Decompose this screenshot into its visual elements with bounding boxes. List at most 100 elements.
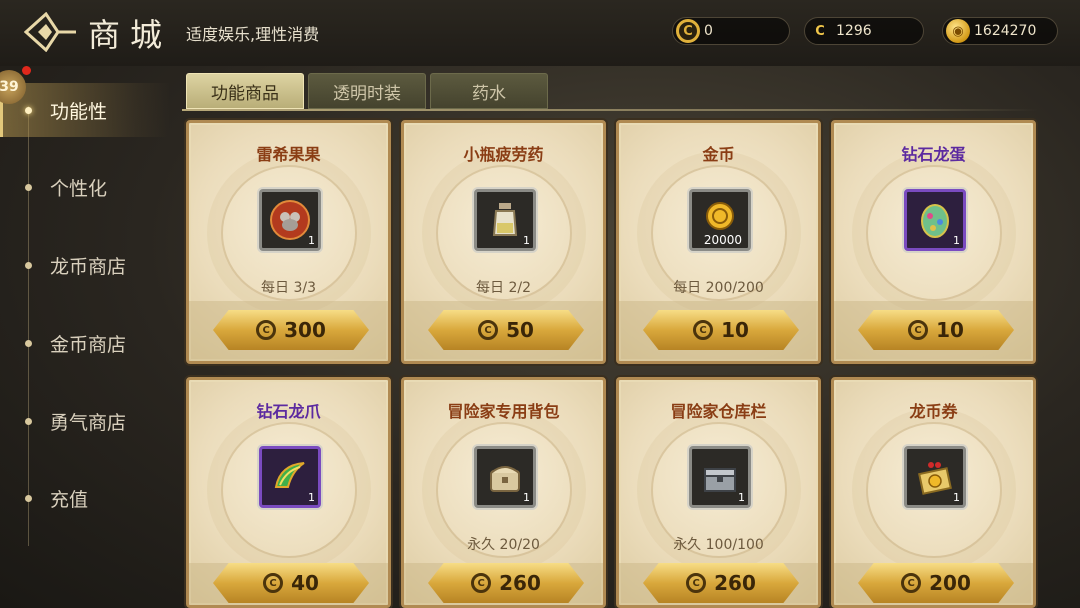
product-card[interactable]: 龙币券 1 C 200 [831,377,1036,608]
product-name: 钻石龙蛋 [901,145,966,164]
item-qty: 1 [523,491,530,504]
buy-button[interactable]: C 50 [428,310,584,350]
product-card[interactable]: 金币 20000 每日 200/200 C 10 [616,120,821,364]
bullet-icon [25,417,32,425]
product-name: 金币 [702,145,735,164]
sidebar-item-dragon-coin-shop[interactable]: 龙币商店 [0,238,170,292]
dragon-coin-c-icon: C [908,320,929,340]
item-slot: 1 [259,446,321,508]
price: 200 [929,571,971,595]
dragon-coin-ticket-icon [918,462,952,495]
product-name: 冒险家仓库栏 [670,402,767,421]
sidebar-item-label: 个性化 [50,177,108,200]
purchase-limit: 每日 200/200 [673,280,764,296]
gold-ring-c-icon: C [676,19,700,43]
currency-gold-value: 1624270 [974,23,1037,39]
item-qty: 1 [953,234,960,247]
item-slot: 1 [259,189,321,251]
buy-button[interactable]: C 10 [643,310,799,350]
product-name: 龙币券 [909,402,958,421]
bullet-icon [25,183,32,191]
product-card[interactable]: 钻石龙蛋 1 C 10 [831,120,1036,364]
top-bar: 商城 适度娱乐,理性消费 C 0 C 1296 ◉ 1624270 [0,0,1080,66]
gold-coin-icon: ◉ [946,19,970,43]
item-qty: 1 [953,491,960,504]
purchase-limit: 永久 20/20 [467,537,540,553]
price: 10 [721,318,749,342]
product-name: 冒险家专用背包 [447,402,560,421]
page-subtitle: 适度娱乐,理性消费 [186,25,320,44]
item-qty: 1 [308,234,315,247]
currency-gold[interactable]: ◉ 1624270 [942,17,1058,45]
pet-fruit-icon [270,200,310,240]
product-card[interactable]: 小瓶疲劳药 1 每日 2/2 C 50 [401,120,606,364]
product-name: 雷希果果 [256,145,321,164]
price: 40 [291,571,319,595]
item-slot: 1 [904,189,966,251]
bullet-icon [25,494,32,502]
sidebar-item-courage-shop[interactable]: 勇气商店 [0,394,170,448]
buy-button[interactable]: C 40 [213,563,369,603]
item-qty: 1 [738,491,745,504]
dragon-coin-c-icon: C [471,573,492,593]
currency-token-value: 0 [704,23,713,39]
item-slot: 1 [689,446,751,508]
back-arrow-icon[interactable] [23,11,78,53]
product-card[interactable]: 雷希果果 1 每日 3/3 C 300 [186,120,391,364]
dragon-egg-icon [921,204,949,238]
storage-chest-icon [704,468,736,492]
product-card[interactable]: 冒险家专用背包 1 永久 20/20 C 260 [401,377,606,608]
sidebar-item-functional[interactable]: 功能性 [0,83,170,137]
product-name: 钻石龙爪 [256,402,321,421]
sidebar-item-label: 龙币商店 [50,255,127,278]
tab-transparent-costume[interactable]: 透明时装 [308,73,426,109]
buy-button[interactable]: C 300 [213,310,369,350]
dragon-claw-icon [274,462,305,488]
sidebar-item-gold-shop[interactable]: 金币商店 [0,316,170,370]
price: 300 [284,318,326,342]
sidebar-item-label: 充值 [50,488,89,511]
category-sidebar: 功能性 个性化 龙币商店 金币商店 勇气商店 充值 [0,66,170,608]
tab-underline [182,109,1038,111]
currency-dragon-coin[interactable]: C 1296 [804,17,924,45]
dragon-coin-c-icon: C [263,573,284,593]
item-qty: 1 [523,234,530,247]
price: 260 [714,571,756,595]
price: 260 [499,571,541,595]
product-card[interactable]: 冒险家仓库栏 1 永久 100/100 C 260 [616,377,821,608]
bullet-icon [25,106,32,114]
notification-dot [22,66,31,75]
item-qty: 1 [308,491,315,504]
dragon-coin-c-icon: C [693,320,714,340]
sidebar-item-label: 功能性 [50,100,108,123]
dragon-coin-c-icon: C [901,573,922,593]
buy-button[interactable]: C 10 [858,310,1014,350]
bullet-icon [25,339,32,347]
purchase-limit: 每日 2/2 [476,280,531,296]
product-card[interactable]: 钻石龙爪 1 C 40 [186,377,391,608]
sidebar-item-label: 勇气商店 [50,411,127,434]
dragon-coin-c-icon: C [256,320,277,340]
dragon-coin-c-icon: C [815,23,825,39]
buy-button[interactable]: C 260 [643,563,799,603]
bullet-icon [25,261,32,269]
dragon-coin-c-icon: C [686,573,707,593]
tab-potions[interactable]: 药水 [430,73,548,109]
shop-tabs: 功能商品 透明时装 药水 [186,73,548,109]
item-slot: 20000 [689,189,751,251]
sidebar-item-personalize[interactable]: 个性化 [0,160,170,214]
item-slot: 1 [474,189,536,251]
sidebar-item-label: 金币商店 [50,333,127,356]
buy-button[interactable]: C 260 [428,563,584,603]
backpack-chest-icon [490,466,520,492]
buy-button[interactable]: C 200 [858,563,1014,603]
tab-functional-goods[interactable]: 功能商品 [186,73,304,109]
sidebar-item-recharge[interactable]: 充值 [0,471,170,525]
purchase-limit: 每日 3/3 [261,280,316,296]
potion-bottle-icon [492,203,518,236]
currency-dragon-coin-value: 1296 [836,23,872,39]
price: 10 [936,318,964,342]
price: 50 [506,318,534,342]
currency-token[interactable]: C 0 [672,17,790,45]
dragon-coin-c-icon: C [478,320,499,340]
